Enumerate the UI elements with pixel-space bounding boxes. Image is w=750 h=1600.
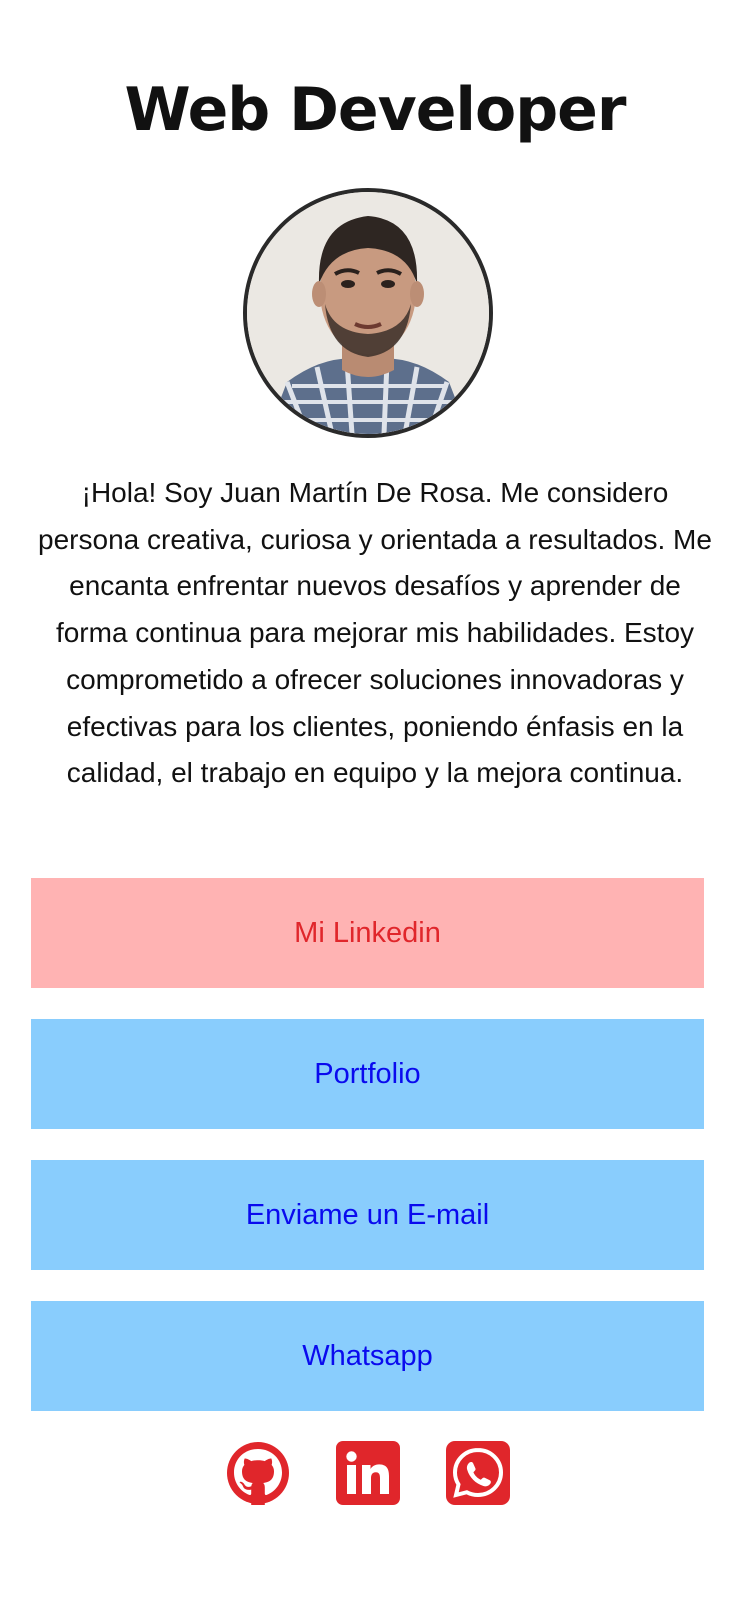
- linkedin-icon[interactable]: [336, 1441, 400, 1505]
- profile-photo: [247, 192, 489, 434]
- whatsapp-button[interactable]: Whatsapp: [31, 1301, 704, 1411]
- social-links: [0, 1441, 750, 1505]
- whatsapp-icon[interactable]: [446, 1441, 510, 1505]
- linkedin-button[interactable]: Mi Linkedin: [31, 878, 704, 988]
- bio-text: ¡Hola! Soy Juan Martín De Rosa. Me consi…: [38, 477, 712, 789]
- page-title: Web Developer: [124, 75, 627, 145]
- github-icon[interactable]: [226, 1441, 290, 1505]
- portfolio-button[interactable]: Portfolio: [31, 1019, 704, 1129]
- page: Web Developer ¡Hola! Soy Juan Martín De …: [0, 0, 750, 1600]
- avatar: [243, 188, 493, 438]
- email-button[interactable]: Enviame un E-mail: [31, 1160, 704, 1270]
